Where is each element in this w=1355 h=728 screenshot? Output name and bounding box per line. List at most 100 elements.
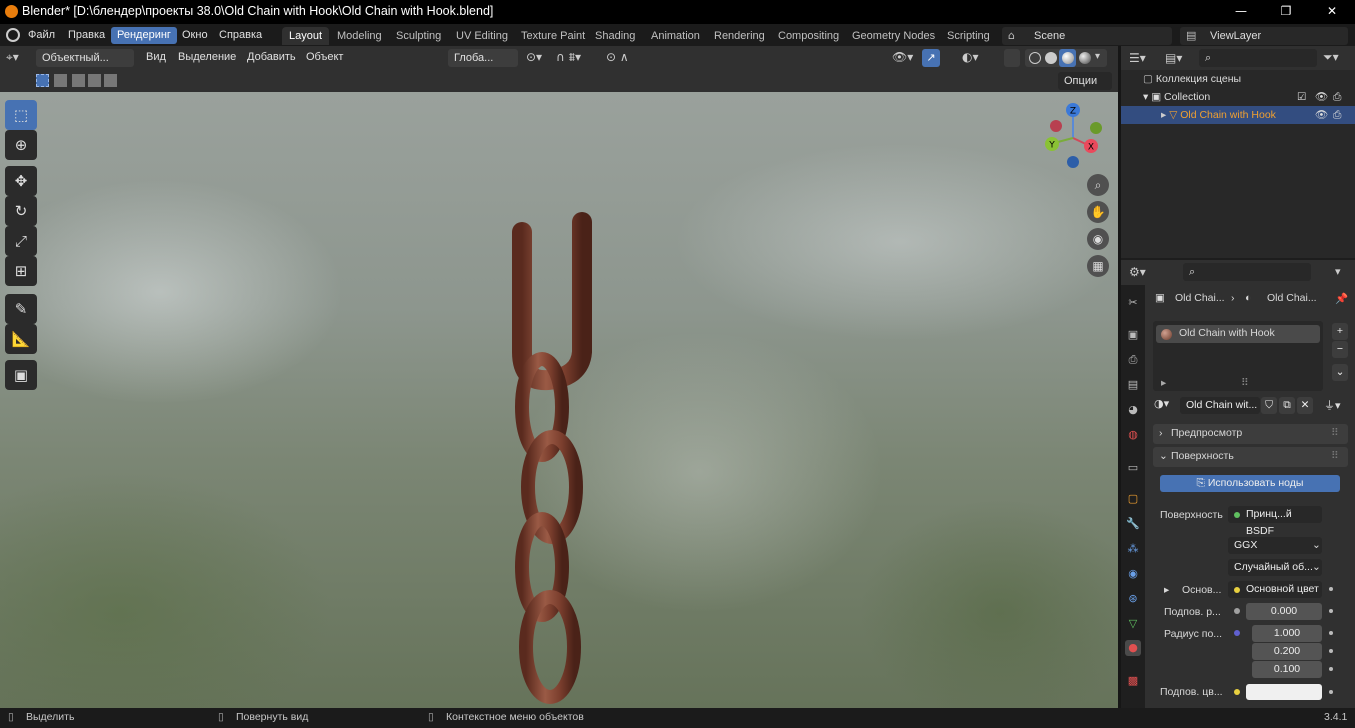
menu-help[interactable]: Справка <box>213 27 268 44</box>
material-preview-shading-icon[interactable] <box>1059 49 1076 67</box>
eye-icon[interactable]: 👁 <box>1315 88 1328 106</box>
scale-tool[interactable]: ⤢ <box>5 226 37 256</box>
transform-tool[interactable]: ⊞ <box>5 256 37 286</box>
select-box-tool[interactable]: ⬚ <box>5 100 37 130</box>
tab-sculpting[interactable]: Sculpting <box>389 27 448 45</box>
properties-search-input[interactable]: ⌕ <box>1183 263 1311 281</box>
tab-scripting[interactable]: Scripting <box>940 27 997 45</box>
material-slot-item[interactable]: Old Chain with Hook <box>1156 325 1320 343</box>
eye-icon[interactable]: 👁 <box>1315 106 1328 124</box>
add-cube-tool[interactable]: ▣ <box>5 360 37 390</box>
annotate-tool[interactable]: ✎ <box>5 294 37 324</box>
minimize-button[interactable]: — <box>1218 0 1264 24</box>
select-extend-icon[interactable] <box>54 74 67 87</box>
surface-shader-field[interactable]: Принц...й BSDF <box>1228 506 1322 537</box>
menu-window[interactable]: Окно <box>176 27 214 44</box>
scene-selector[interactable]: Scene <box>1002 27 1172 45</box>
physics-tab-icon[interactable]: ◉ <box>1125 566 1141 582</box>
tab-compositing[interactable]: Compositing <box>771 27 846 45</box>
outliner-editor-icon[interactable]: ☰▾ <box>1129 51 1146 65</box>
cursor-tool[interactable]: ⊕ <box>5 130 37 160</box>
orientation-selector[interactable]: Глоба... <box>448 49 518 67</box>
menu-object[interactable]: Объект <box>306 51 343 63</box>
maximize-button[interactable]: ❐ <box>1263 0 1309 24</box>
wireframe-shading-icon[interactable] <box>1029 52 1041 64</box>
expand-arrow-icon[interactable]: ▾ <box>1143 91 1151 103</box>
object-row-old-chain[interactable]: ▸ ▽ Old Chain with Hook 👁 ⎙ <box>1121 106 1355 124</box>
slot-menu-button[interactable]: ⌄ <box>1332 364 1348 381</box>
select-subtract-icon[interactable] <box>72 74 85 87</box>
tab-uv-editing[interactable]: UV Editing <box>449 27 515 45</box>
select-intersect-icon[interactable] <box>104 74 117 87</box>
scene-collection-row[interactable]: ▢ Коллекция сцены <box>1121 70 1355 88</box>
tab-texture-paint[interactable]: Texture Paint <box>514 27 592 45</box>
resize-handle-icon[interactable]: ⠿ <box>1241 377 1249 389</box>
select-invert-icon[interactable] <box>88 74 101 87</box>
viewlayer-selector[interactable]: ViewLayer <box>1180 27 1348 45</box>
collection-row[interactable]: ▾ ▣ Collection ☑ 👁 ⎙ <box>1121 88 1355 106</box>
duplicate-material-icon[interactable]: ⧉ <box>1279 397 1295 414</box>
menu-select[interactable]: Выделение <box>178 51 236 63</box>
tab-shading[interactable]: Shading <box>588 27 642 45</box>
menu-view[interactable]: Вид <box>146 51 166 63</box>
move-tool[interactable]: ✥ <box>5 166 37 196</box>
visibility-icon[interactable]: 👁▾ <box>892 50 913 64</box>
proportional-edit-icon[interactable]: ⊙ ∧ <box>606 50 629 64</box>
material-tab-icon[interactable]: ● <box>1125 640 1141 656</box>
menu-file[interactable]: Файл <box>22 27 61 44</box>
radius-y-field[interactable]: 0.200 <box>1252 643 1322 660</box>
modifier-tab-icon[interactable]: 🔧 <box>1125 516 1141 532</box>
snap-icon[interactable]: ∩ ⩩▾ <box>556 50 581 65</box>
tab-modeling[interactable]: Modeling <box>330 27 389 45</box>
options-button[interactable]: Опции <box>1058 72 1112 90</box>
rendered-shading-icon[interactable] <box>1079 52 1091 64</box>
object-tab-icon[interactable]: ▢ <box>1125 491 1141 507</box>
expand-arrow-icon[interactable]: ▸ <box>1164 584 1169 596</box>
subsurface-method-dropdown[interactable]: Случайный об... <box>1228 559 1322 576</box>
checkbox-icon[interactable]: ☑ <box>1297 88 1306 106</box>
shading-dropdown-icon[interactable]: ▾ <box>1095 51 1100 62</box>
keyframe-dot-icon[interactable] <box>1329 587 1333 591</box>
keyframe-dot-icon[interactable] <box>1329 667 1333 671</box>
radius-z-field[interactable]: 0.100 <box>1252 661 1322 678</box>
xray-icon[interactable] <box>1004 49 1020 67</box>
pivot-icon[interactable]: ⊙▾ <box>526 50 542 64</box>
slot-expand-icon[interactable]: ▸ <box>1161 377 1166 389</box>
tab-rendering[interactable]: Rendering <box>707 27 772 45</box>
expand-arrow-icon[interactable]: ▸ <box>1161 109 1169 121</box>
chain-model[interactable] <box>480 202 630 708</box>
surface-panel-header[interactable]: ⌄ Поверхность ⠿ <box>1153 447 1348 467</box>
render-camera-icon[interactable]: ⎙ <box>1333 106 1341 124</box>
rotate-tool[interactable]: ↻ <box>5 196 37 226</box>
view-layer-tab-icon[interactable]: ▤ <box>1125 377 1141 393</box>
menu-render[interactable]: Рендеринг <box>111 27 177 44</box>
collection-tab-icon[interactable]: ▭ <box>1125 460 1141 476</box>
solid-shading-icon[interactable] <box>1045 52 1057 64</box>
texture-tab-icon[interactable]: ▩ <box>1125 673 1141 689</box>
camera-icon[interactable]: ◉ <box>1087 228 1109 250</box>
overlay-icon[interactable]: ◐▾ <box>962 50 979 64</box>
3d-viewport[interactable]: ⬚ ⊕ ✥ ↻ ⤢ ⊞ ✎ 📐 ▣ Z X Y ⌕ ✋ ◉ ▦ <box>0 92 1118 708</box>
gizmo-toggle-icon[interactable]: ↗ <box>922 49 940 67</box>
distribution-dropdown[interactable]: GGX <box>1228 537 1322 554</box>
close-button[interactable]: ✕ <box>1309 0 1355 24</box>
display-mode-icon[interactable]: ▤▾ <box>1165 51 1182 65</box>
render-tab-icon[interactable]: ▣ <box>1125 327 1141 343</box>
blender-menu-icon[interactable] <box>6 28 20 42</box>
zoom-icon[interactable]: ⌕ <box>1087 174 1109 196</box>
subsurface-value-field[interactable]: 0.000 <box>1246 603 1322 620</box>
outliner-search-input[interactable]: ⌕ <box>1199 49 1317 67</box>
material-name-field[interactable]: Old Chain wit... <box>1180 397 1260 414</box>
properties-options-icon[interactable]: ▾ <box>1335 265 1341 278</box>
use-nodes-button[interactable]: ⎘ Использовать ноды <box>1160 475 1340 492</box>
pan-hand-icon[interactable]: ✋ <box>1087 201 1109 223</box>
subsurface-color-swatch[interactable] <box>1246 684 1322 700</box>
drag-handle-icon[interactable]: ⠿ <box>1331 450 1339 462</box>
render-camera-icon[interactable]: ⎙ <box>1333 88 1341 106</box>
tool-tab-icon[interactable]: ✂ <box>1125 295 1141 311</box>
fake-user-shield-icon[interactable]: ⛉ <box>1261 397 1277 414</box>
tab-geometry-nodes[interactable]: Geometry Nodes <box>845 27 942 45</box>
tab-animation[interactable]: Animation <box>644 27 707 45</box>
pin-icon[interactable]: 📌 <box>1335 292 1348 305</box>
menu-add[interactable]: Добавить <box>247 51 296 63</box>
